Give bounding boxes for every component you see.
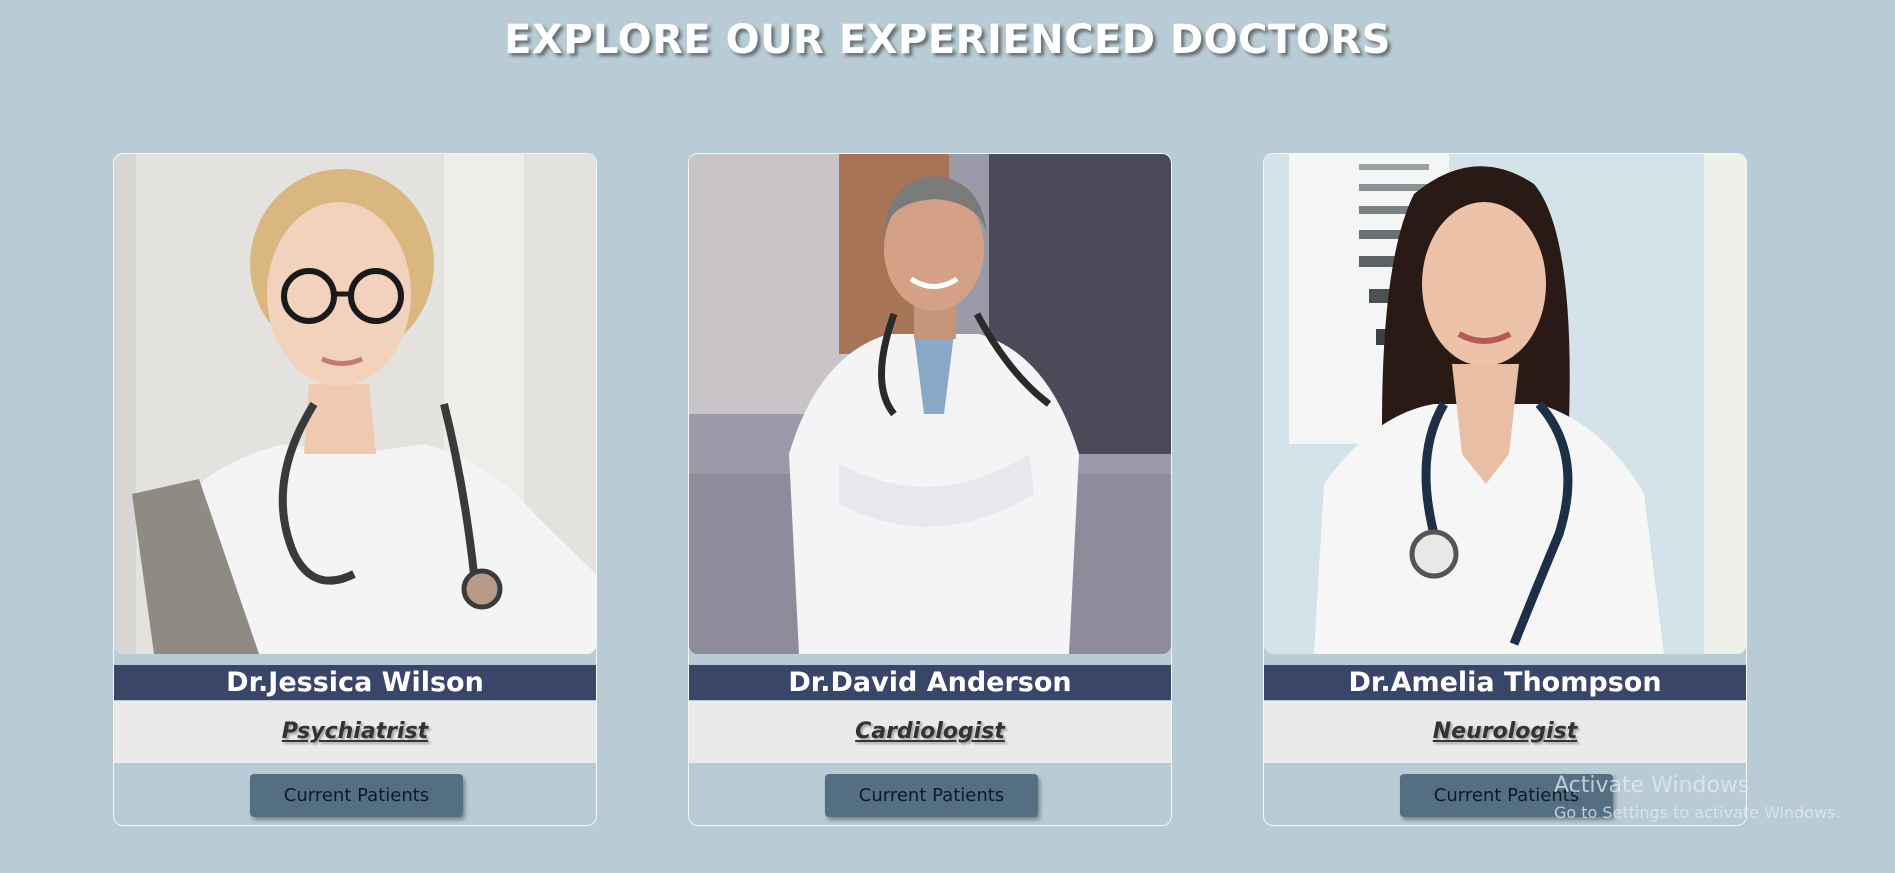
doctor-specialty: Neurologist: [1432, 719, 1578, 744]
doctor-photo-david-anderson: [689, 154, 1171, 654]
doctor-specialty-bar: Cardiologist: [689, 701, 1171, 763]
doctor-specialty: Psychiatrist: [281, 719, 429, 744]
page-title: EXPLORE OUR EXPERIENCED DOCTORS: [504, 17, 1391, 63]
doctor-card-jessica-wilson: Dr.Jessica Wilson Psychiatrist Current P…: [113, 153, 597, 826]
doctor-specialty-bar: Neurologist: [1264, 701, 1746, 763]
doctor-photo-jessica-wilson: [114, 154, 596, 654]
doctor-specialty-bar: Psychiatrist: [114, 701, 596, 763]
current-patients-button[interactable]: Current Patients: [250, 774, 463, 817]
current-patients-button[interactable]: Current Patients: [1400, 774, 1613, 817]
doctor-name: Dr.Jessica Wilson: [114, 665, 596, 700]
doctor-photo-amelia-thompson: [1264, 154, 1746, 654]
current-patients-button[interactable]: Current Patients: [825, 774, 1038, 817]
doctor-name: Dr.Amelia Thompson: [1264, 665, 1746, 700]
doctor-specialty: Cardiologist: [855, 719, 1005, 744]
doctor-card-amelia-thompson: Dr.Amelia Thompson Neurologist Current P…: [1263, 153, 1747, 826]
doctor-name: Dr.David Anderson: [689, 665, 1171, 700]
doctor-card-david-anderson: Dr.David Anderson Cardiologist Current P…: [688, 153, 1172, 826]
